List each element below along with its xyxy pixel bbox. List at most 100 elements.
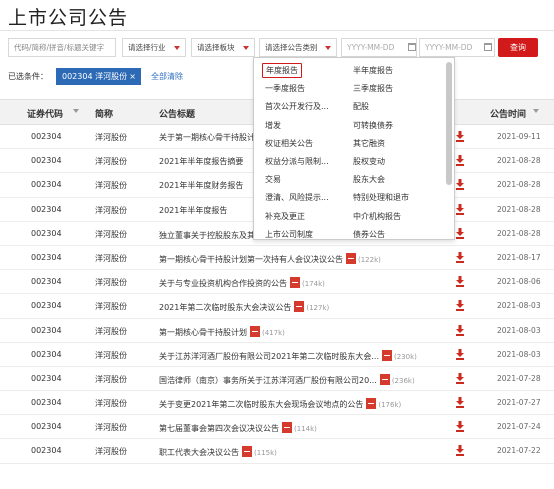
calendar-icon bbox=[484, 43, 492, 51]
board-select[interactable]: 请选择板块 bbox=[191, 38, 255, 57]
close-icon[interactable]: × bbox=[129, 68, 136, 85]
table-row[interactable]: 002304 洋河股份 关于与专业投资机构合作投资的公告 (174k) 2021-08-… bbox=[0, 270, 554, 295]
row-title-cell: 2021年半年度报告 bbox=[159, 205, 227, 216]
dropdown-option[interactable]: 年度报告 bbox=[262, 63, 302, 78]
sort-icon[interactable] bbox=[533, 109, 539, 113]
download-button[interactable] bbox=[455, 300, 465, 312]
row-date: 2021-08-28 bbox=[497, 204, 541, 214]
download-button[interactable] bbox=[455, 324, 465, 336]
row-title-link[interactable]: 关于江苏洋河酒厂股份有限公司2021年第二次临时股东大会... bbox=[159, 352, 379, 361]
row-code: 002304 bbox=[31, 301, 62, 311]
dropdown-option[interactable]: 债券公告 bbox=[353, 229, 385, 240]
dropdown-option[interactable]: 首次公开发行及... bbox=[265, 101, 329, 112]
row-title-link[interactable]: 2021年半年度财务报告 bbox=[159, 181, 243, 190]
row-title-link[interactable]: 2021年半年度报告摘要 bbox=[159, 157, 243, 166]
dropdown-option[interactable]: 中介机构报告 bbox=[353, 211, 401, 222]
row-title-link[interactable]: 关于变更2021年第二次临时股东大会现场会议地点的公告 bbox=[159, 400, 363, 409]
industry-select[interactable]: 请选择行业 bbox=[122, 38, 186, 57]
row-date: 2021-08-03 bbox=[497, 301, 541, 311]
dropdown-option[interactable]: 一季度报告 bbox=[265, 83, 305, 94]
dropdown-option[interactable]: 澄清、风险提示... bbox=[265, 192, 329, 203]
row-name[interactable]: 洋河股份 bbox=[95, 156, 127, 167]
download-button[interactable] bbox=[455, 397, 465, 409]
dropdown-option[interactable]: 权证相关公告 bbox=[265, 138, 313, 149]
row-name[interactable]: 洋河股份 bbox=[95, 205, 127, 216]
row-name[interactable]: 洋河股份 bbox=[95, 253, 127, 264]
row-name[interactable]: 洋河股份 bbox=[95, 277, 127, 288]
row-name[interactable]: 洋河股份 bbox=[95, 374, 127, 385]
download-icon bbox=[456, 276, 464, 288]
download-button[interactable] bbox=[455, 276, 465, 288]
row-title-link[interactable]: 2021年第二次临时股东大会决议公告 bbox=[159, 303, 291, 312]
clear-all-link[interactable]: 全部清除 bbox=[151, 71, 183, 82]
row-name[interactable]: 洋河股份 bbox=[95, 398, 127, 409]
download-button[interactable] bbox=[455, 131, 465, 142]
dropdown-option[interactable]: 其它融资 bbox=[353, 138, 385, 149]
row-title-link[interactable]: 第一期核心骨干持股计划第一次持有人会议决议公告 bbox=[159, 255, 343, 264]
dropdown-option[interactable]: 增发 bbox=[265, 120, 281, 131]
dropdown-option[interactable]: 补充及更正 bbox=[265, 211, 305, 222]
row-title-link[interactable]: 第一期核心骨干持股计划 bbox=[159, 328, 247, 337]
table-row[interactable]: 002304 洋河股份 第一期核心骨干持股计划 (417k) 2021-08-03 bbox=[0, 319, 554, 343]
dropdown-option[interactable]: 上市公司制度 bbox=[265, 229, 313, 240]
download-button[interactable] bbox=[455, 203, 465, 215]
dropdown-option[interactable]: 权益分派与限制... bbox=[265, 156, 329, 167]
table-row[interactable]: 002304 洋河股份 关于变更2021年第二次临时股东大会现场会议地点的公告 (17… bbox=[0, 391, 554, 416]
download-button[interactable] bbox=[455, 421, 465, 433]
row-code: 002304 bbox=[31, 325, 62, 335]
row-name[interactable]: 洋河股份 bbox=[95, 229, 127, 240]
row-code: 002304 bbox=[31, 156, 62, 166]
header-title: 公告标题 bbox=[159, 110, 196, 120]
download-button[interactable] bbox=[455, 155, 465, 167]
dropdown-option[interactable]: 半年度报告 bbox=[353, 65, 393, 76]
dropdown-option[interactable]: 可转换债券 bbox=[353, 120, 393, 131]
category-dropdown: 年度报告 半年度报告一季度报告 三季度报告首次公开发行及... 配股增发 可转换债券权证… bbox=[253, 57, 455, 240]
row-name[interactable]: 洋河股份 bbox=[95, 422, 127, 433]
pdf-icon bbox=[379, 373, 390, 385]
download-button[interactable] bbox=[455, 372, 465, 384]
date-start-input[interactable]: YYYY-MM-DD bbox=[341, 38, 417, 57]
row-name[interactable]: 洋河股份 bbox=[95, 350, 127, 361]
row-name[interactable]: 洋河股份 bbox=[95, 326, 127, 337]
search-button[interactable]: 查询 bbox=[498, 38, 538, 57]
table-row[interactable]: 002304 洋河股份 国浩律师（南京）事务所关于江苏洋河酒厂股份有限公司20...… bbox=[0, 367, 554, 392]
dropdown-scrollbar[interactable] bbox=[446, 62, 452, 185]
row-code: 002304 bbox=[31, 252, 62, 262]
download-button[interactable] bbox=[455, 348, 465, 360]
dropdown-option[interactable]: 特别处理和退市 bbox=[353, 192, 409, 203]
row-title-link[interactable]: 关于与专业投资机构合作投资的公告 bbox=[159, 279, 287, 288]
dropdown-option[interactable]: 三季度报告 bbox=[353, 83, 393, 94]
download-button[interactable] bbox=[455, 445, 465, 457]
dropdown-option[interactable]: 配股 bbox=[353, 101, 369, 112]
row-title-link[interactable]: 2021年半年度报告 bbox=[159, 206, 227, 215]
date-end-input[interactable]: YYYY-MM-DD bbox=[419, 38, 495, 57]
header-name: 简称 bbox=[95, 110, 114, 120]
row-title-link[interactable]: 国浩律师（南京）事务所关于江苏洋河酒厂股份有限公司20... bbox=[159, 376, 377, 385]
keyword-input[interactable]: 代码/简称/拼音/标题关键字 bbox=[8, 38, 116, 57]
table-row[interactable]: 002304 洋河股份 第一期核心骨干持股计划第一次持有人会议决议公告 (122k) 2… bbox=[0, 246, 554, 271]
download-button[interactable] bbox=[455, 179, 465, 191]
table-row[interactable]: 002304 洋河股份 第七届董事会第四次会议决议公告 (114k) 2021-07-2… bbox=[0, 415, 554, 440]
category-select[interactable]: 请选择公告类别 bbox=[259, 38, 337, 57]
row-title-link[interactable]: 关于第一期核心骨干持股计划 bbox=[159, 133, 263, 142]
selected-chip[interactable]: 002304 洋河股份 × bbox=[56, 68, 141, 85]
row-name[interactable]: 洋河股份 bbox=[95, 132, 127, 143]
dropdown-option[interactable]: 股权变动 bbox=[353, 156, 385, 167]
row-title-cell: 2021年半年度财务报告 bbox=[159, 180, 243, 191]
download-icon bbox=[456, 131, 464, 142]
row-name[interactable]: 洋河股份 bbox=[95, 180, 127, 191]
dropdown-option[interactable]: 交易 bbox=[265, 174, 281, 185]
row-title-cell: 第七届董事会第四次会议决议公告 (114k) bbox=[159, 422, 317, 434]
pdf-icon bbox=[290, 277, 300, 289]
table-row[interactable]: 002304 洋河股份 2021年第二次临时股东大会决议公告 (127k) 2021-0… bbox=[0, 294, 554, 319]
row-name[interactable]: 洋河股份 bbox=[95, 301, 127, 312]
download-button[interactable] bbox=[455, 227, 465, 239]
dropdown-option[interactable]: 股东大会 bbox=[353, 174, 385, 185]
table-row[interactable]: 002304 洋河股份 职工代表大会决议公告 (115k) 2021-07-22 bbox=[0, 439, 554, 464]
row-title-link[interactable]: 第七届董事会第四次会议决议公告 bbox=[159, 424, 279, 433]
sort-icon[interactable] bbox=[73, 109, 79, 113]
row-name[interactable]: 洋河股份 bbox=[95, 446, 127, 457]
row-title-link[interactable]: 职工代表大会决议公告 bbox=[159, 448, 239, 457]
download-button[interactable] bbox=[455, 251, 465, 263]
table-row[interactable]: 002304 洋河股份 关于江苏洋河酒厂股份有限公司2021年第二次临时股东大会..… bbox=[0, 343, 554, 367]
